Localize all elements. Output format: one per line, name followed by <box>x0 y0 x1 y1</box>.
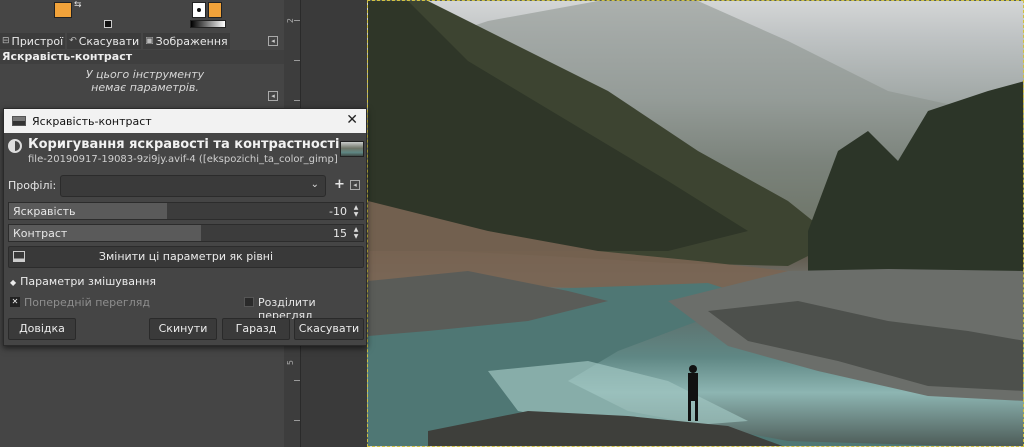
profile-row: Профілі: ⌄ + ◂ <box>8 175 364 197</box>
cancel-button[interactable]: Скасувати <box>294 318 364 340</box>
contrast-slider[interactable]: Контраст 15 ▲ ▼ <box>8 224 364 242</box>
contrast-spin-arrows-icon[interactable]: ▲ ▼ <box>351 226 361 240</box>
contrast-icon <box>8 139 22 153</box>
brightness-label: Яскравість <box>13 205 76 218</box>
brightness-slider[interactable]: Яскравість -10 ▲ ▼ <box>8 202 364 220</box>
pattern-icon[interactable] <box>208 2 222 18</box>
expander-icon: ◆ <box>10 278 17 287</box>
tool-options-message: У цього інструменту немає параметрів. <box>70 68 220 94</box>
dialog-header: Коригування яскравості та контрастності … <box>8 137 364 167</box>
close-icon[interactable]: ✕ <box>346 113 358 127</box>
blending-options-label: Параметри змішування <box>20 275 156 288</box>
ruler-label: 5 <box>286 360 295 366</box>
image-canvas[interactable] <box>367 0 1024 447</box>
preview-checkbox[interactable]: ✕ <box>10 297 20 307</box>
images-icon: ▣ <box>145 36 154 46</box>
reset-button[interactable]: Скинути <box>149 318 217 340</box>
brightness-contrast-dialog: Яскравість-контраст ✕ Коригування яскрав… <box>3 108 367 346</box>
tab-menu-icon[interactable]: ◂ <box>268 36 278 46</box>
edit-as-levels-label: Змінити ці параметри як рівні <box>98 250 274 263</box>
brush-pattern-gradient-widget[interactable] <box>188 0 228 30</box>
split-view-checkbox[interactable] <box>244 297 254 307</box>
help-button[interactable]: Довідка <box>8 318 76 340</box>
preview-label: Попередній перегляд <box>24 296 150 309</box>
contrast-label: Контраст <box>13 227 68 240</box>
tab-devices-label: Пристрої <box>11 34 64 48</box>
tool-options-message-line2: немає параметрів. <box>91 81 199 94</box>
dialog-titlebar[interactable]: Яскравість-контраст ✕ <box>4 109 366 133</box>
tab-images-label: Зображення <box>155 34 228 48</box>
tool-options-title: Яскравість-контраст <box>0 50 284 64</box>
ok-button[interactable]: Гаразд <box>222 318 290 340</box>
profiles-dropdown[interactable]: ⌄ <box>60 175 326 197</box>
tab-images[interactable]: ▣ Зображення <box>143 33 230 49</box>
tab-devices[interactable]: ⊟ Пристрої <box>0 33 66 49</box>
swap-colors-icon[interactable]: ⇆ <box>74 0 82 10</box>
chevron-down-icon: ⌄ <box>310 179 319 190</box>
gimp-window-icon <box>12 116 26 126</box>
gradient-icon[interactable] <box>190 20 226 28</box>
foreground-color-swatch[interactable] <box>54 2 72 18</box>
dock-tab-bar: ⊟ Пристрої ↶ Скасувати ▣ Зображення <box>0 33 284 49</box>
tab-undo[interactable]: ↶ Скасувати <box>67 33 142 49</box>
contrast-value[interactable]: 15 <box>333 227 347 240</box>
add-preset-icon[interactable]: + <box>334 177 345 192</box>
brightness-value[interactable]: -10 <box>329 205 347 218</box>
blending-options-expander[interactable]: ◆ Параметри змішування <box>10 275 156 288</box>
tab-undo-label: Скасувати <box>78 34 140 48</box>
tool-options-menu-icon[interactable]: ◂ <box>268 91 278 101</box>
dialog-window-title: Яскравість-контраст <box>32 114 152 128</box>
preview-row: ✕ Попередній перегляд Розділити перегляд <box>10 295 364 322</box>
preset-menu-icon[interactable]: ◂ <box>350 180 360 190</box>
devices-icon: ⊟ <box>2 36 10 46</box>
undo-icon: ↶ <box>69 36 77 46</box>
dialog-heading: Коригування яскравості та контрастності <box>28 137 340 152</box>
dialog-subtitle: file-20190917-19083-9zi9jy.avif-4 ([eksp… <box>28 154 338 165</box>
default-colors-icon[interactable] <box>104 20 112 28</box>
brightness-spin-arrows-icon[interactable]: ▲ ▼ <box>351 204 361 218</box>
fg-bg-color-widget[interactable]: ⇆ <box>52 0 112 28</box>
ruler-label: 2 <box>286 18 295 24</box>
levels-icon <box>13 251 25 262</box>
edit-as-levels-button[interactable]: Змінити ці параметри як рівні <box>8 246 364 268</box>
tool-options-message-line1: У цього інструменту <box>85 68 205 81</box>
brush-icon[interactable] <box>192 2 206 18</box>
profiles-label: Профілі: <box>8 179 57 192</box>
photo-landscape <box>368 1 1023 446</box>
image-thumbnail <box>340 141 364 157</box>
